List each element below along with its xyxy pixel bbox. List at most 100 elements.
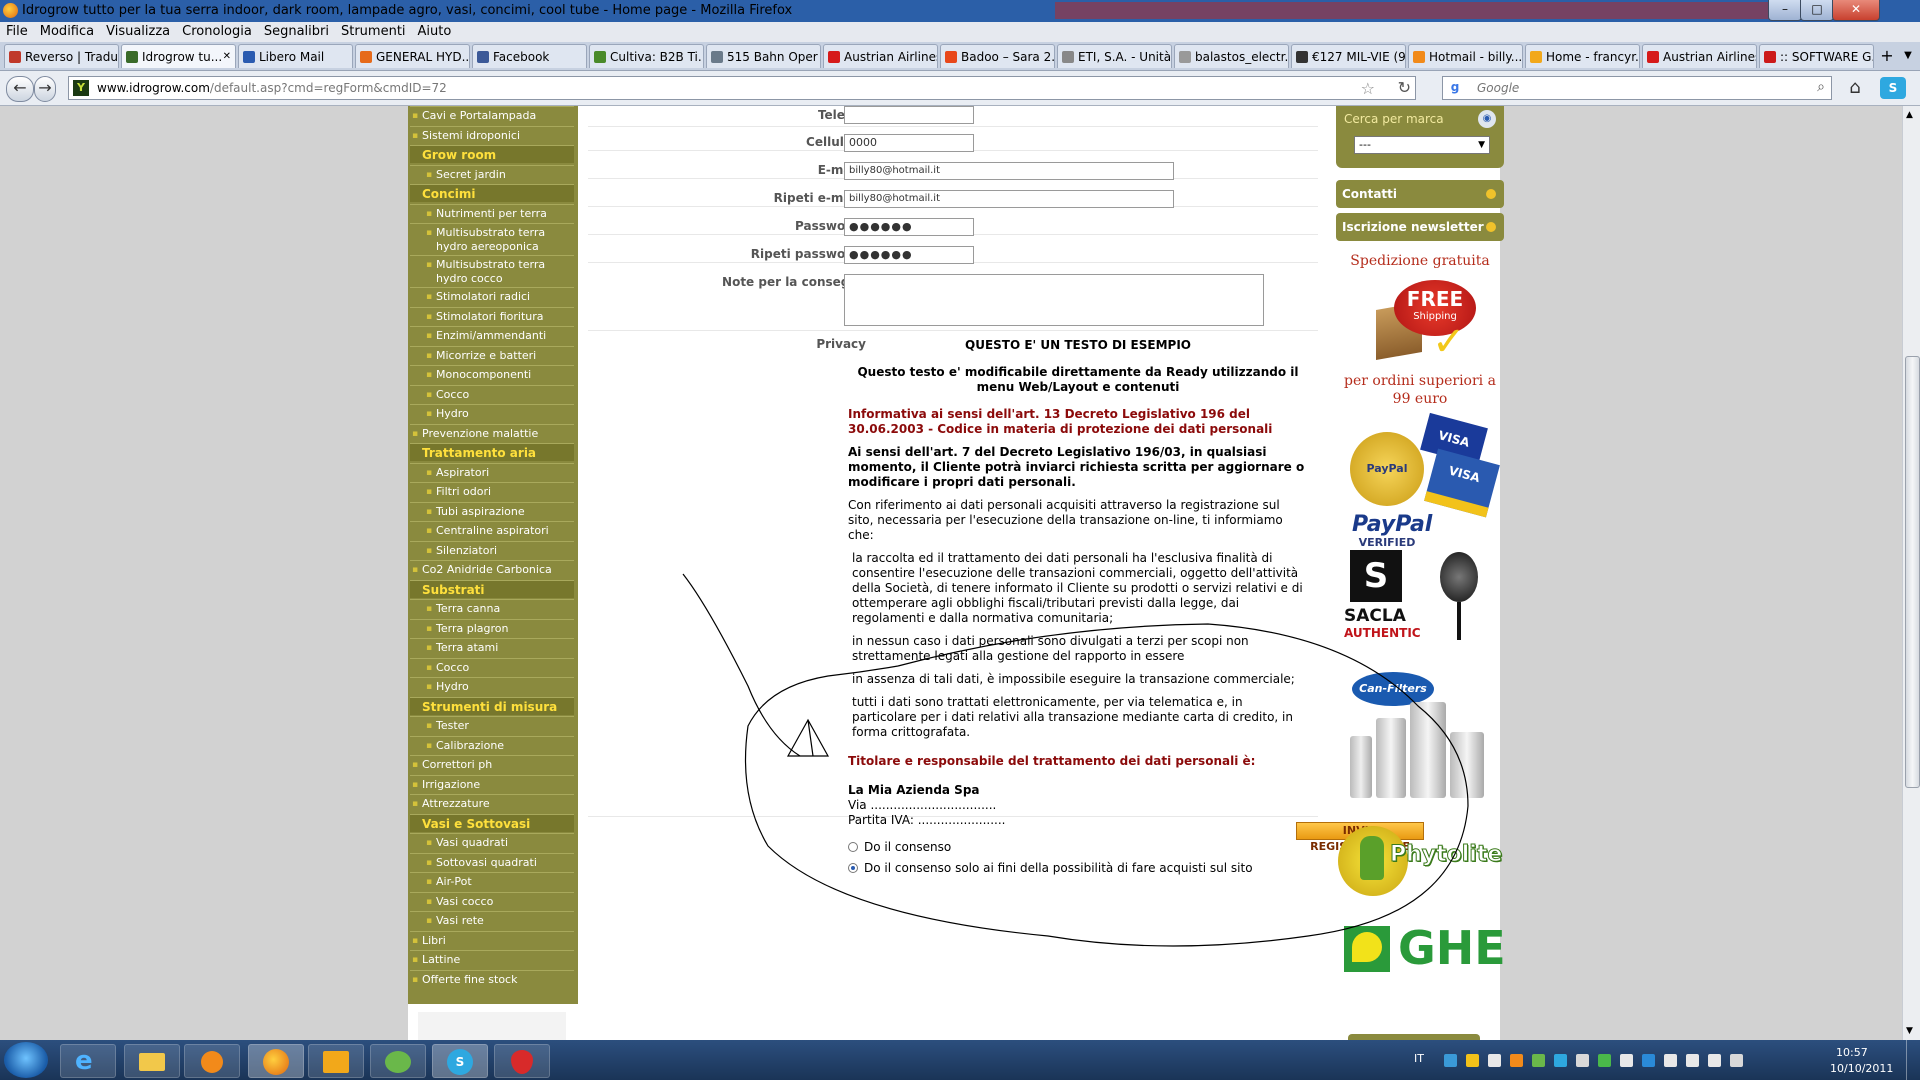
sidebar-item[interactable]: Hydro: [410, 404, 574, 423]
tab-1[interactable]: Idrogrow tu... ✕: [121, 44, 236, 68]
show-desktop-button[interactable]: [1906, 1040, 1920, 1080]
sidebar-item[interactable]: Trattamento aria: [410, 443, 574, 461]
strawberry-taskbar-icon[interactable]: [494, 1044, 550, 1078]
sidebar-item[interactable]: Sistemi idroponici: [410, 125, 574, 145]
tab-8[interactable]: Badoo – Sara 2...: [940, 44, 1055, 68]
firefox-taskbar-icon[interactable]: [248, 1044, 304, 1078]
sidebar-item[interactable]: Attrezzature: [410, 794, 574, 813]
sidebar-item[interactable]: Tester: [410, 716, 574, 735]
back-button[interactable]: ←: [6, 76, 34, 102]
contatti-button[interactable]: Contatti: [1336, 180, 1504, 208]
close-button[interactable]: ✕: [1832, 0, 1880, 21]
language-indicator[interactable]: IT: [1414, 1052, 1424, 1065]
minimize-button[interactable]: –: [1768, 0, 1802, 21]
sidebar-item[interactable]: Multisubstrato terra hydro aereoponica: [410, 223, 574, 255]
tab-9[interactable]: ETI, S.A. - Unità...: [1057, 44, 1172, 68]
sidebar-item[interactable]: Air-Pot: [410, 872, 574, 891]
sidebar-item[interactable]: Multisubstrato terra hydro cocco: [410, 255, 574, 287]
tab-6[interactable]: 515 Bahn Oper ...: [706, 44, 821, 68]
sidebar-item[interactable]: Cavi e Portalampada: [410, 106, 574, 125]
explorer-taskbar-icon[interactable]: [124, 1044, 180, 1078]
tray-icon[interactable]: [1576, 1054, 1589, 1067]
new-tab-button[interactable]: +: [1876, 46, 1898, 66]
can-filters-ad[interactable]: Can-Filters: [1342, 672, 1490, 804]
sidebar-item[interactable]: Prevenzione malattie: [410, 423, 574, 443]
consent-option-2[interactable]: Do il consenso solo ai fini della possib…: [848, 861, 1308, 876]
sidebar-item[interactable]: Vasi rete: [410, 911, 574, 930]
tray-icon[interactable]: [1488, 1054, 1501, 1067]
sidebar-item[interactable]: Hydro: [410, 677, 574, 696]
sidebar-item[interactable]: Correttori ph: [410, 755, 574, 774]
tab-5[interactable]: Cultiva: B2B Ti...: [589, 44, 704, 68]
search-input[interactable]: [1475, 80, 1779, 96]
outlook-taskbar-icon[interactable]: [308, 1044, 364, 1078]
ghe-ad[interactable]: GHE: [1344, 922, 1506, 976]
reload-icon[interactable]: ↻: [1398, 78, 1411, 97]
clock-date[interactable]: 10/10/2011: [1830, 1062, 1893, 1075]
sidebar-item[interactable]: Stimolatori radici: [410, 287, 574, 306]
tray-icon[interactable]: [1554, 1054, 1567, 1067]
media-player-taskbar-icon[interactable]: [184, 1044, 240, 1078]
home-icon[interactable]: ⌂: [1842, 77, 1868, 99]
tray-icon[interactable]: [1598, 1054, 1611, 1067]
sidebar-item[interactable]: Grow room: [410, 145, 574, 163]
tray-icon[interactable]: [1620, 1054, 1633, 1067]
menu-visualizza[interactable]: Visualizza: [106, 22, 170, 42]
sidebar-item[interactable]: Cocco: [410, 657, 574, 677]
phytolite-ad[interactable]: Phytolite: [1338, 826, 1503, 902]
password-field[interactable]: ●●●●●●: [844, 218, 974, 236]
newsletter-button[interactable]: Iscrizione newsletter: [1336, 213, 1504, 241]
menu-segnalibri[interactable]: Segnalibri: [264, 22, 329, 42]
sidebar-item[interactable]: Vasi cocco: [410, 891, 574, 911]
tab-10[interactable]: balastos_electr...: [1174, 44, 1289, 68]
sidebar-item[interactable]: Monocomponenti: [410, 365, 574, 384]
brand-select[interactable]: --- ▼: [1354, 136, 1490, 154]
sidebar-item[interactable]: Co2 Anidride Carbonica: [410, 560, 574, 579]
sidebar-item[interactable]: Sottovasi quadrati: [410, 852, 574, 872]
url-bar[interactable]: Y www.idrogrow.com/default.asp?cmd=regFo…: [68, 76, 1416, 100]
sidebar-item[interactable]: Enzimi/ammendanti: [410, 326, 574, 345]
menu-aiuto[interactable]: Aiuto: [418, 22, 452, 42]
tab-list-icon[interactable]: ▼: [1900, 46, 1916, 66]
tray-icon[interactable]: [1664, 1054, 1677, 1067]
tray-icon[interactable]: [1510, 1054, 1523, 1067]
tab-close-icon[interactable]: ✕: [223, 45, 231, 68]
repeat-email-field[interactable]: billy80@hotmail.it: [844, 190, 1174, 208]
clock-time[interactable]: 10:57: [1836, 1046, 1868, 1059]
tray-icon[interactable]: [1444, 1054, 1457, 1067]
skype-taskbar-icon[interactable]: S: [432, 1044, 488, 1078]
tray-icon[interactable]: [1730, 1054, 1743, 1067]
search-box[interactable]: g ⌕: [1442, 76, 1832, 100]
free-shipping-badge[interactable]: FREE Shipping ✓: [1370, 276, 1480, 368]
tab-3[interactable]: GENERAL HYD...: [355, 44, 470, 68]
sidebar-item[interactable]: Lattine: [410, 950, 574, 969]
sidebar-item[interactable]: Terra canna: [410, 599, 574, 618]
sidebar-item[interactable]: Terra plagron: [410, 618, 574, 638]
tray-icon[interactable]: [1532, 1054, 1545, 1067]
sidebar-item[interactable]: Filtri odori: [410, 482, 574, 501]
tab-12[interactable]: Hotmail - billy...: [1408, 44, 1523, 68]
sidebar-item[interactable]: Cocco: [410, 384, 574, 404]
tab-15[interactable]: :: SOFTWARE G...: [1759, 44, 1874, 68]
sidebar-item[interactable]: Terra atami: [410, 638, 574, 657]
sidebar-item[interactable]: Vasi quadrati: [410, 833, 574, 852]
cellulare-field[interactable]: 0000: [844, 134, 974, 152]
repeat-password-field[interactable]: ●●●●●●: [844, 246, 974, 264]
forward-button[interactable]: →: [34, 76, 56, 102]
tab-11[interactable]: €127 MIL-VIE (9...: [1291, 44, 1406, 68]
sidebar-item[interactable]: Secret jardin: [410, 164, 574, 184]
sidebar-item[interactable]: Calibrazione: [410, 735, 574, 755]
tray-icon[interactable]: [1708, 1054, 1721, 1067]
tab-4[interactable]: Facebook: [472, 44, 587, 68]
consent-radio-2[interactable]: [848, 863, 858, 873]
maximize-button[interactable]: □: [1800, 0, 1834, 21]
tray-icon[interactable]: [1686, 1054, 1699, 1067]
sidebar-item[interactable]: Centraline aspiratori: [410, 521, 574, 540]
note-textarea[interactable]: [844, 274, 1264, 326]
start-button[interactable]: [4, 1042, 48, 1078]
sidebar-item[interactable]: Stimolatori fioritura: [410, 306, 574, 326]
sidebar-item[interactable]: Micorrize e batteri: [410, 345, 574, 365]
bookmark-star-icon[interactable]: ☆: [1361, 79, 1375, 98]
ie-taskbar-icon[interactable]: e: [60, 1044, 116, 1078]
sidebar-item[interactable]: Silenziatori: [410, 540, 574, 560]
